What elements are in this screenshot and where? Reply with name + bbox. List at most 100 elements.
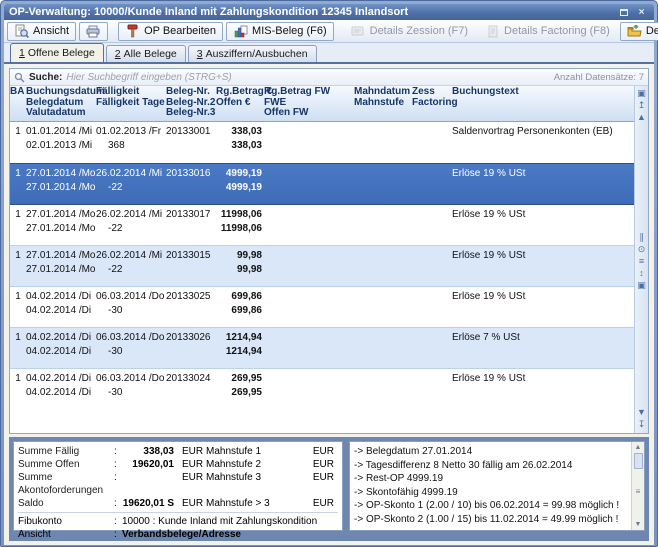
grid-row[interactable]: 127.01.2014 /Mo26.02.2014 /Mi2013301599,… xyxy=(10,245,634,286)
header-betrag-fw[interactable]: Rg.Betrag FWFWE Offen FW xyxy=(264,87,354,119)
buchungstext-cell: Saldenvortrag Personenkonten (EB) xyxy=(452,125,634,139)
grid-empty-area xyxy=(10,409,634,434)
buchungstext2-cell xyxy=(452,304,634,318)
header-ba[interactable]: BA xyxy=(10,87,26,119)
colon: : xyxy=(114,471,122,497)
rg-betrag-cell: 1214,94 xyxy=(216,331,264,345)
tab-label: Offene Belege xyxy=(28,47,95,59)
info-line: -> Tagesdifferenz 8 Netto 30 fällig am 2… xyxy=(354,459,627,473)
details-button[interactable]: Details (F9) xyxy=(620,22,658,41)
zess-cell xyxy=(412,372,452,386)
export-icon[interactable]: ▣ xyxy=(636,280,648,292)
ansicht-row: Ansicht : Verbandsbelege/Adresse xyxy=(18,528,338,541)
header-beleg-nr[interactable]: Beleg-Nr.Beleg-Nr.2Beleg-Nr.3 xyxy=(166,87,216,119)
tab-offene-belege[interactable]: 1 Offene Belege xyxy=(10,43,104,62)
belegdatum-cell: 27.01.2014 /Mo xyxy=(26,263,96,277)
scroll-bottom-icon[interactable]: ↧ xyxy=(636,419,648,431)
scroll-down-icon[interactable]: ▼ xyxy=(633,519,644,530)
beleg-nr2-cell xyxy=(166,222,216,236)
grid-row[interactable]: 104.02.2014 /Di06.03.2014 /Do20133026121… xyxy=(10,327,634,368)
zoom-icon[interactable]: ⊙ xyxy=(636,244,648,256)
scroll-up-icon[interactable]: ▲ xyxy=(633,442,644,453)
tab-alle-belege[interactable]: 2 Alle Belege xyxy=(106,45,186,62)
belegdatum-cell: 27.01.2014 /Mo xyxy=(26,181,96,195)
rg-betrag-fw-cell xyxy=(264,249,354,263)
offen-cell: 699,86 xyxy=(216,304,264,318)
beleg-nr-cell: 20133026 xyxy=(166,331,216,345)
faelligkeit-cell: 06.03.2014 /Do xyxy=(96,290,166,304)
mahnstufe-value xyxy=(286,497,310,510)
mahnstufe-label: Mahnstufe 3 xyxy=(206,471,286,497)
header-betrag[interactable]: Rg.Betrag €Offen € xyxy=(216,87,264,119)
faelligkeit-tage-cell: -30 xyxy=(96,386,166,400)
mahnstufe-value xyxy=(286,445,310,458)
info-scrollbar[interactable]: ▲ ≡ ▼ xyxy=(631,442,644,530)
ba-cell xyxy=(10,139,26,153)
grid-tool-strip: ▣↥▲∥⊙≡↕▣▼↧ xyxy=(634,86,648,433)
scrollbar-thumb[interactable] xyxy=(634,453,643,469)
scroll-down-icon[interactable]: ▼ xyxy=(636,407,648,419)
scroll-up-icon[interactable]: ▲ xyxy=(636,112,648,124)
op-bearbeiten-button[interactable]: OP Bearbeiten xyxy=(118,22,223,41)
summary-label: Summe Fällig xyxy=(18,445,114,458)
close-button[interactable]: × xyxy=(634,6,649,18)
skonto-info-text: -> Belegdatum 27.01.2014-> Tagesdifferen… xyxy=(350,442,631,530)
header-buchungstext[interactable]: Buchungstext xyxy=(452,87,634,119)
search-input[interactable] xyxy=(66,72,549,83)
zess-cell xyxy=(412,208,452,222)
zess-cell xyxy=(412,331,452,345)
mahnstufe-unit: EUR xyxy=(310,458,334,471)
faelligkeit-tage-cell: -22 xyxy=(96,222,166,236)
folder-icon xyxy=(627,24,642,38)
grid-row[interactable]: 127.01.2014 /Mo26.02.2014 /Mi20133017119… xyxy=(10,204,634,245)
fibukonto-value: 10000 : Kunde Inland mit Zahlungskonditi… xyxy=(122,515,338,528)
freeze-columns-icon[interactable]: ∥ xyxy=(636,232,648,244)
zession-icon xyxy=(351,24,366,38)
buchungstext-cell: Erlöse 7 % USt xyxy=(452,331,634,345)
mahnstufe-cell xyxy=(354,386,412,400)
ansicht-button[interactable]: Ansicht xyxy=(7,22,76,41)
rg-betrag-fw-cell xyxy=(264,167,354,181)
mahnstufe-unit: EUR xyxy=(310,497,334,510)
beleg-nr-cell: 20133016 xyxy=(166,167,216,181)
sort-icon[interactable]: ↕ xyxy=(636,268,648,280)
beleg-nr-cell: 20133001 xyxy=(166,125,216,139)
colon: : xyxy=(114,497,122,510)
grid-row[interactable]: 104.02.2014 /Di06.03.2014 /Do20133025699… xyxy=(10,286,634,327)
header-datum[interactable]: BuchungsdatumBelegdatumValutadatum xyxy=(26,87,96,119)
grid-row[interactable]: 101.01.2014 /Mi01.02.2013 /Fr20133001338… xyxy=(10,122,634,163)
tab-ausziffern[interactable]: 3 Ausziffern/Ausbuchen xyxy=(188,45,317,62)
ansicht-label: Ansicht xyxy=(33,25,69,37)
rg-betrag-cell: 4999,19 xyxy=(216,167,264,181)
field-list-icon[interactable]: ≡ xyxy=(636,256,648,268)
rg-betrag-cell: 269,95 xyxy=(216,372,264,386)
buchungstext-cell: Erlöse 19 % USt xyxy=(452,372,634,386)
faelligkeit-tage-cell: 368 xyxy=(96,139,166,153)
info-line: -> Skontofähig 4999.19 xyxy=(354,486,627,500)
factoring-cell xyxy=(412,345,452,359)
buchungstext2-cell xyxy=(452,263,634,277)
copy-page-icon[interactable]: ▣ xyxy=(636,88,648,100)
scrollbar-mark-icon: ≡ xyxy=(636,487,641,496)
rg-betrag-cell: 99,98 xyxy=(216,249,264,263)
mis-beleg-button[interactable]: MIS-Beleg (F6) xyxy=(226,22,334,41)
grid-row[interactable]: 127.01.2014 /Mo26.02.2014 /Mi20133016499… xyxy=(10,163,634,204)
header-zess[interactable]: ZessFactoring xyxy=(412,87,452,119)
ba-cell xyxy=(10,345,26,359)
print-button[interactable] xyxy=(79,22,108,41)
buchungstext2-cell xyxy=(452,386,634,400)
offen-fw-cell xyxy=(264,181,354,195)
scroll-top-icon[interactable]: ↥ xyxy=(636,100,648,112)
restore-button[interactable] xyxy=(616,6,631,18)
mahndatum-cell xyxy=(354,331,412,345)
grid-row[interactable]: 104.02.2014 /Di06.03.2014 /Do20133024269… xyxy=(10,368,634,409)
header-faelligkeit[interactable]: FälligkeitFälligkeit Tage xyxy=(96,87,166,119)
faelligkeit-cell: 26.02.2014 /Mi xyxy=(96,167,166,181)
buchungsdatum-cell: 27.01.2014 /Mo xyxy=(26,208,96,222)
offen-cell: 99,98 xyxy=(216,263,264,277)
buchungstext-cell: Erlöse 19 % USt xyxy=(452,290,634,304)
faelligkeit-cell: 26.02.2014 /Mi xyxy=(96,208,166,222)
header-mahndatum[interactable]: MahndatumMahnstufe xyxy=(354,87,412,119)
tab-label: Ausziffern/Ausbuchen xyxy=(206,48,308,60)
offen-cell: 4999,19 xyxy=(216,181,264,195)
